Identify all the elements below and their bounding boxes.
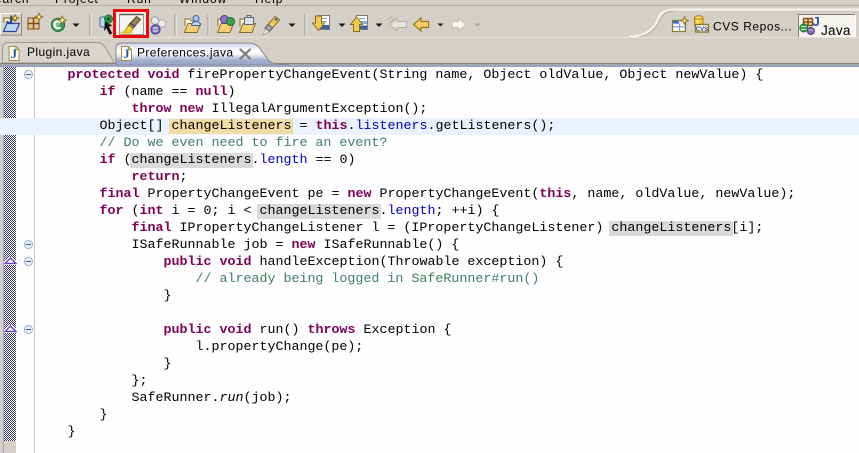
svg-text:Plugin.java: Plugin.java [27,45,90,59]
svg-text:Preferences.java: Preferences.java [137,46,233,60]
svg-text:J: J [11,46,18,61]
svg-text:Java: Java [821,23,851,37]
svg-text:J: J [123,46,130,61]
svg-text:J: J [813,14,820,29]
svg-text:CVS: CVS [696,27,708,33]
svg-text:CVS Repos...: CVS Repos... [713,20,792,34]
